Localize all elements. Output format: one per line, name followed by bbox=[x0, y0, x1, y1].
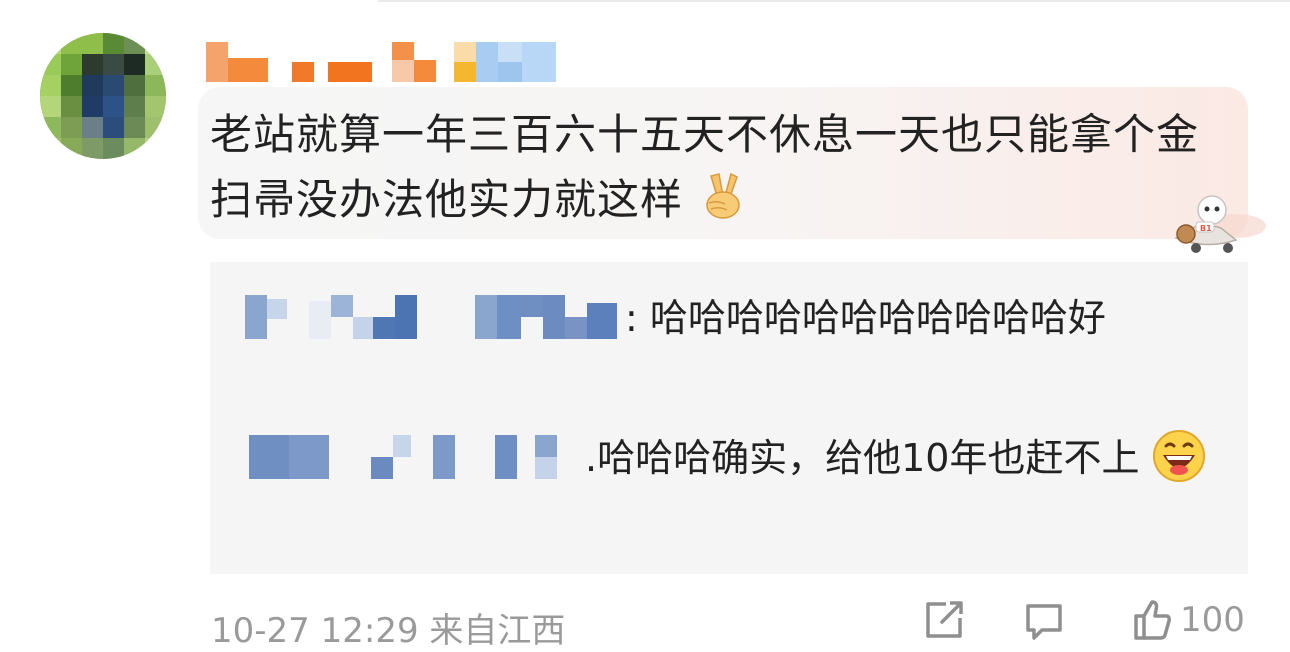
like-icon[interactable] bbox=[1130, 598, 1174, 646]
reply-separator: . bbox=[585, 436, 598, 480]
reply-separator: : bbox=[625, 296, 650, 340]
comment-time: 10-27 12:29 bbox=[211, 611, 419, 651]
comment-location: 来自江西 bbox=[429, 611, 566, 651]
share-icon[interactable] bbox=[922, 598, 966, 646]
reply-text: 哈哈哈哈哈哈哈哈哈哈哈好 bbox=[649, 296, 1106, 340]
like-count: 100 bbox=[1180, 600, 1245, 640]
comment-icon[interactable] bbox=[1022, 598, 1066, 646]
comment-meta: 10-27 12:29 来自江西 bbox=[211, 603, 565, 652]
reply-text: 哈哈哈确实，给他10年也赶不上 bbox=[597, 436, 1140, 480]
username-mosaic bbox=[204, 40, 564, 84]
comment-text: 老站就算一年三百六十五天不休息一天也只能拿个金扫帚没办法他实力就这样 bbox=[210, 102, 1220, 238]
svg-text:B1: B1 bbox=[1200, 224, 1212, 233]
reply-author-blurred[interactable] bbox=[245, 435, 585, 479]
grinning-face-emoji bbox=[1152, 429, 1206, 501]
reply-item[interactable]: .哈哈哈确实，给他10年也赶不上 bbox=[245, 427, 1225, 501]
top-divider bbox=[378, 0, 1290, 2]
comment-actions: 100 bbox=[918, 598, 1290, 646]
victory-hand-emoji bbox=[697, 170, 745, 238]
avatar[interactable] bbox=[40, 33, 166, 159]
mascot-sticker-icon: B1 bbox=[1166, 190, 1270, 260]
reply-author-blurred[interactable] bbox=[245, 295, 625, 339]
reply-item[interactable]: : 哈哈哈哈哈哈哈哈哈哈哈好 bbox=[245, 287, 1225, 349]
